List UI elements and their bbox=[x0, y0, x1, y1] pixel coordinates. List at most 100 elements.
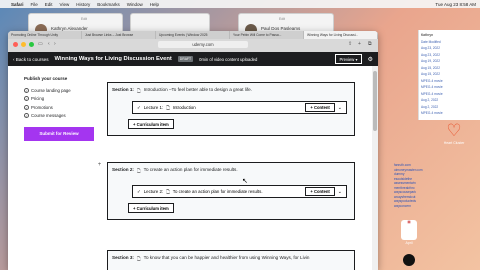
desktop-icon-heart[interactable]: ♡ Heart Cluster bbox=[441, 121, 467, 151]
zoom-window-button[interactable] bbox=[29, 42, 34, 47]
sidebar-item-label: Course messages bbox=[31, 113, 66, 119]
link-item[interactable]: wayconcern bbox=[394, 204, 454, 209]
lecture-label: Lecture 2: bbox=[143, 189, 164, 194]
menu-file[interactable]: File bbox=[31, 2, 38, 7]
section-title: Introduction –To feel better able to des… bbox=[143, 87, 252, 92]
lecture-row[interactable]: ✓ Lecture 1: 🗋 Introduction + Content ⌄ bbox=[132, 101, 347, 114]
window-controls bbox=[13, 42, 34, 47]
section-title-row: Section 2: 🗋 To create an action plan fo… bbox=[112, 167, 350, 175]
sidebar-item-pricing[interactable]: ✓ Pricing bbox=[24, 95, 103, 104]
sidebar-item-promotions[interactable]: ✓ Promotions bbox=[24, 103, 103, 112]
browser-tab[interactable]: Just Browse Links – Just Browse bbox=[82, 31, 156, 39]
curriculum-section: Section 3: 🗋 To know that you can be hap… bbox=[107, 250, 355, 270]
submit-for-review-button[interactable]: Submit for Review bbox=[24, 127, 94, 141]
preview-button[interactable]: Preview ▾ bbox=[335, 54, 362, 64]
lecture-title: Introduction bbox=[172, 105, 196, 110]
add-curriculum-item-button[interactable]: + Curriculum item bbox=[128, 119, 174, 129]
file-icon: 🗋 bbox=[136, 88, 141, 93]
browser-tab[interactable]: Promoting Online Through Unity bbox=[8, 31, 82, 39]
scrollbar-thumb[interactable] bbox=[373, 71, 377, 131]
section-title-row: Section 3: 🗋 To know that you can be hap… bbox=[112, 255, 350, 263]
edit-label[interactable]: Edit bbox=[279, 17, 285, 21]
sidebar-item-messages[interactable]: ✓ Course messages bbox=[24, 112, 103, 121]
video-content-status: 0min of video content uploaded bbox=[199, 56, 258, 62]
browser-toolbar: Promoting Online Through Unity Just Brow… bbox=[8, 31, 378, 52]
record-icon[interactable] bbox=[403, 254, 415, 266]
curriculum-section: + Section 2: 🗋 To create an action plan … bbox=[98, 162, 355, 220]
finder-file-list: Kathryn Date Modified Aug 23, 2022 Aug 2… bbox=[418, 30, 480, 120]
tab-strip: Promoting Online Through Unity Just Brow… bbox=[8, 31, 378, 39]
close-window-button[interactable] bbox=[13, 42, 18, 47]
sidebar-item-label: Pricing bbox=[31, 96, 45, 102]
chevron-down-icon[interactable]: ⌄ bbox=[338, 189, 342, 195]
file-icon: 🗋 bbox=[136, 168, 141, 173]
gear-icon[interactable]: ⚙ bbox=[368, 56, 373, 63]
browser-tab-active[interactable]: Winning Ways for Living Discussi... bbox=[304, 31, 378, 39]
menu-edit[interactable]: Edit bbox=[45, 2, 53, 7]
add-content-button[interactable]: + Content bbox=[305, 187, 335, 196]
menu-bookmarks[interactable]: Bookmarks bbox=[97, 2, 120, 7]
curriculum-main: Section 1: 🗋 Introduction –To feel bette… bbox=[98, 66, 367, 270]
file-icon: 🗋 bbox=[136, 256, 141, 261]
back-to-courses-link[interactable]: ‹ Back to courses bbox=[13, 57, 49, 62]
edit-label[interactable]: Edit bbox=[81, 17, 87, 21]
sidebar-toggle-icon[interactable]: ▭ bbox=[38, 41, 43, 47]
check-circle-icon: ✓ bbox=[24, 87, 29, 93]
file-icon: 🗋 bbox=[166, 104, 170, 110]
check-circle-icon: ✓ bbox=[24, 96, 29, 102]
menu-app-name[interactable]: Safari bbox=[11, 2, 24, 7]
menu-view[interactable]: View bbox=[60, 2, 70, 7]
check-circle-icon: ✓ bbox=[137, 104, 141, 110]
lecture-title: To create an action plan for immediate r… bbox=[172, 189, 263, 194]
minimize-window-button[interactable] bbox=[21, 42, 26, 47]
section-title-row: Section 1: 🗋 Introduction –To feel bette… bbox=[112, 87, 350, 95]
curriculum-section: Section 1: 🗋 Introduction –To feel bette… bbox=[107, 82, 355, 136]
sidebar-item-label: Course landing page bbox=[31, 87, 71, 93]
share-icon[interactable]: ⇪ bbox=[348, 41, 352, 47]
heart-icon: ♡ bbox=[446, 121, 462, 140]
menubar-clock[interactable]: Tue Aug 23 8:58 AM bbox=[435, 2, 476, 7]
check-circle-icon: ✓ bbox=[137, 188, 141, 194]
desktop-icon-calendar[interactable]: ▦ April bbox=[401, 220, 417, 245]
back-arrow-icon[interactable]: ‹ bbox=[48, 41, 50, 47]
lecture-label: Lecture 1: bbox=[143, 105, 164, 110]
address-bar[interactable]: udemy.com bbox=[158, 41, 248, 48]
course-sidebar: Publish your course ✓ Course landing pag… bbox=[8, 66, 103, 270]
calendar-icon: ▦ bbox=[407, 220, 411, 224]
status-badge: DRAFT bbox=[177, 56, 194, 62]
file-icon: 🗋 bbox=[166, 188, 170, 194]
browser-window: Promoting Online Through Unity Just Brow… bbox=[8, 31, 378, 270]
publish-heading: Publish your course bbox=[24, 76, 68, 81]
menu-help[interactable]: Help bbox=[150, 2, 159, 7]
forward-arrow-icon[interactable]: › bbox=[54, 41, 56, 47]
section-title: To know that you can be happier and heal… bbox=[143, 255, 310, 260]
menu-window[interactable]: Window bbox=[127, 2, 143, 7]
section-title: To create an action plan for immediate r… bbox=[143, 167, 238, 172]
section-label: Section 1: bbox=[112, 87, 134, 92]
add-curriculum-item-button[interactable]: + Curriculum item bbox=[128, 203, 174, 213]
browser-tab[interactable]: Your Pebin Will Come to Passa... bbox=[230, 31, 304, 39]
add-section-icon[interactable]: + bbox=[96, 162, 103, 169]
curriculum-page: Publish your course ✓ Course landing pag… bbox=[8, 66, 378, 270]
course-header-bar: ‹ Back to courses Winning Ways for Livin… bbox=[8, 52, 378, 66]
list-item[interactable]: MPEG-4 movie bbox=[421, 110, 478, 117]
browser-tab[interactable]: Upcoming Events | Window 2025 bbox=[156, 31, 230, 39]
mouse-cursor-icon: ↖ bbox=[242, 178, 248, 185]
menu-history[interactable]: History bbox=[76, 2, 90, 7]
menu-bar: Safari File Edit View History Bookmarks … bbox=[0, 0, 480, 8]
new-tab-icon[interactable]: + bbox=[358, 41, 361, 47]
background-link-list: fanruth.com uimoneymaster.com dummy esou… bbox=[394, 163, 454, 208]
sidebar-item-landing-page[interactable]: ✓ Course landing page bbox=[24, 86, 103, 95]
check-circle-icon: ✓ bbox=[24, 104, 29, 110]
chevron-down-icon[interactable]: ⌄ bbox=[338, 105, 342, 111]
tab-overview-icon[interactable]: ⧉ bbox=[368, 41, 372, 47]
add-content-button[interactable]: + Content bbox=[305, 103, 335, 112]
desktop-icon-label: Heart Cluster bbox=[443, 141, 465, 145]
desktop-icon-label: April bbox=[405, 241, 413, 245]
check-circle-icon: ✓ bbox=[24, 113, 29, 119]
course-title: Winning Ways for Living Discussion Event bbox=[54, 56, 172, 62]
section-label: Section 2: bbox=[112, 167, 134, 172]
section-label: Section 3: bbox=[112, 255, 134, 260]
lecture-row[interactable]: ✓ Lecture 2: 🗋 To create an action plan … bbox=[132, 185, 347, 198]
sidebar-item-label: Promotions bbox=[31, 104, 53, 110]
